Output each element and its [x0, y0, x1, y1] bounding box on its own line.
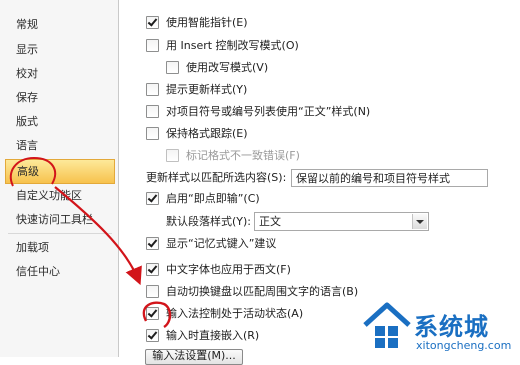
checkbox[interactable]: [146, 307, 159, 320]
checkbox: [166, 149, 179, 162]
select-value: 正文: [259, 215, 281, 228]
default-paragraph-select[interactable]: 正文: [254, 212, 429, 231]
nav-advanced[interactable]: 高级: [5, 159, 115, 184]
watermark-text: 系统城: [414, 313, 489, 341]
checkbox[interactable]: [146, 237, 159, 250]
option-label: 中文字体也应用于西文(F): [166, 263, 291, 276]
chevron-down-icon[interactable]: [412, 214, 427, 229]
nav-quick-access-toolbar[interactable]: 快速访问工具栏: [5, 210, 115, 230]
checkbox[interactable]: [146, 105, 159, 118]
option-label: 启用“即点即输”(C): [166, 192, 260, 205]
option-label: 用 Insert 控制改写模式(O): [166, 39, 299, 52]
checkbox[interactable]: [146, 16, 159, 29]
option-label: 保持格式跟踪(E): [166, 127, 248, 140]
nav-language[interactable]: 语言: [5, 136, 115, 156]
update-style-field[interactable]: 保留以前的编号和项目符号样式: [291, 169, 488, 187]
checkbox[interactable]: [146, 192, 159, 205]
option-label: 对项目符号或编号列表使用“正文”样式(N): [166, 105, 371, 118]
nav-customize-ribbon[interactable]: 自定义功能区: [5, 186, 115, 206]
option-label: 提示更新样式(Y): [166, 83, 248, 96]
house-icon: [363, 302, 411, 348]
options-sidebar: 常规 显示 校对 保存 版式 语言 高级 自定义功能区 快速访问工具栏 加载项 …: [0, 0, 119, 357]
checkbox[interactable]: [146, 285, 159, 298]
watermark-logo: 系统城 xitongcheng.com: [362, 301, 520, 357]
nav-proofing[interactable]: 校对: [5, 64, 115, 84]
nav-trust-center[interactable]: 信任中心: [5, 262, 115, 282]
update-style-label: 更新样式以匹配所选内容(S):: [146, 171, 287, 184]
nav-add-ins[interactable]: 加载项: [5, 238, 115, 258]
nav-display[interactable]: 显示: [5, 40, 115, 60]
nav-save[interactable]: 保存: [5, 88, 115, 108]
option-label: 自动切换键盘以匹配周围文字的语言(B): [166, 285, 359, 298]
option-label: 显示“记忆式键入”建议: [166, 237, 277, 250]
checkbox[interactable]: [166, 61, 179, 74]
checkbox[interactable]: [146, 263, 159, 276]
nav-layout[interactable]: 版式: [5, 112, 115, 132]
ime-settings-button[interactable]: 输入法设置(M)...: [145, 349, 243, 365]
sidebar-divider: [8, 233, 112, 234]
checkbox[interactable]: [146, 127, 159, 140]
nav-general[interactable]: 常规: [5, 15, 115, 35]
default-paragraph-label: 默认段落样式(Y):: [166, 215, 252, 228]
checkbox[interactable]: [146, 83, 159, 96]
option-label: 输入时直接嵌入(R): [166, 329, 260, 342]
checkbox[interactable]: [146, 39, 159, 52]
option-label: 使用改写模式(V): [186, 61, 269, 74]
checkbox[interactable]: [146, 329, 159, 342]
option-label: 使用智能指针(E): [166, 16, 248, 29]
option-label: 标记格式不一致错误(F): [186, 149, 300, 162]
option-label: 输入法控制处于活动状态(A): [166, 307, 304, 320]
watermark-url: xitongcheng.com: [416, 339, 512, 352]
